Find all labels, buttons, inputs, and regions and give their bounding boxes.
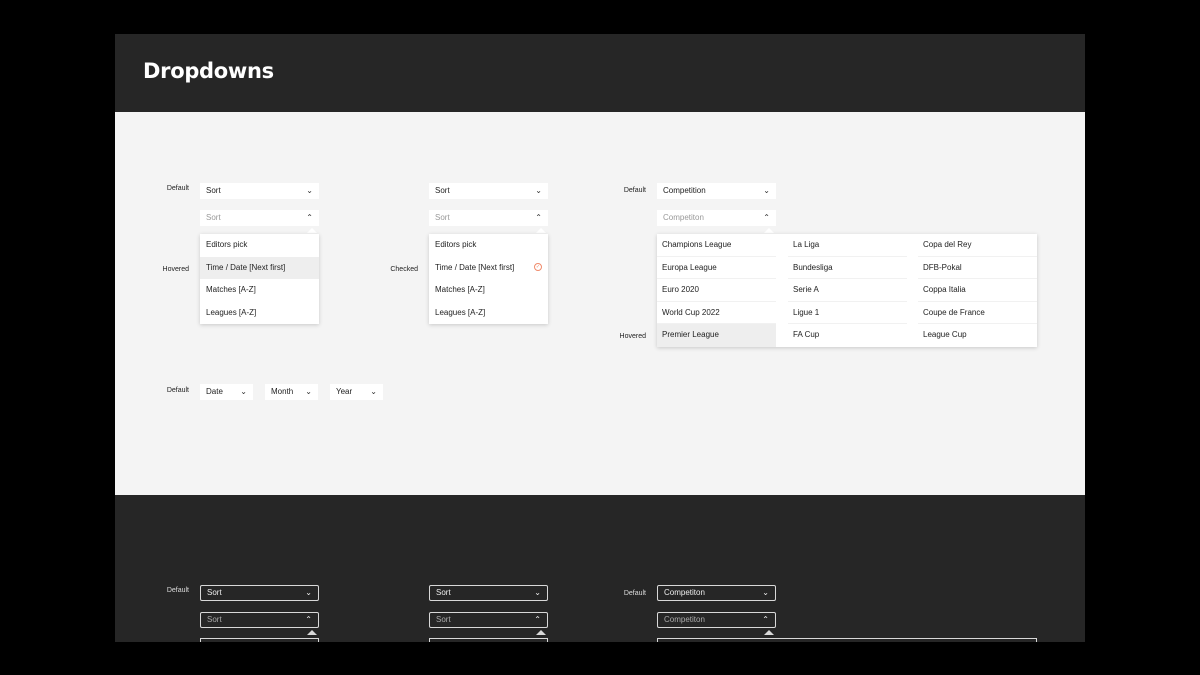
chevron-down-icon: ⌄ — [306, 186, 313, 195]
menu-item[interactable]: Matches [A-Z] — [200, 279, 319, 302]
sort-dropdown-dark[interactable]: Sort ⌄ — [200, 585, 319, 601]
chevron-down-icon: ⌄ — [762, 588, 769, 597]
label-default: Default — [166, 587, 189, 594]
menu-item-hovered[interactable]: Time / Date [Next first] — [200, 256, 319, 279]
sort-dropdown[interactable]: Sort ⌄ — [429, 183, 548, 199]
sort-menu-hovered: Editors pick Time / Date [Next first] Ma… — [200, 234, 319, 324]
competition-column: Copa del Rey DFB-Pokal Coppa Italia Coup… — [918, 234, 1037, 347]
sort-dropdown-value: Sort — [207, 588, 222, 597]
chevron-down-icon: ⌄ — [305, 588, 312, 597]
competition-menu: Champions League Europa League Euro 2020… — [657, 234, 1037, 347]
chevron-up-icon: ⌃ — [306, 213, 313, 222]
label-hovered: Hovered — [162, 266, 189, 273]
competition-option[interactable]: Ligue 1 — [788, 302, 907, 324]
sort-dropdown-placeholder: Sort — [435, 213, 450, 222]
menu-caret — [307, 228, 317, 233]
menu-item-label: Time / Date [Next first] — [435, 262, 515, 272]
sort-dropdown-open-dark[interactable]: Sort ⌃ — [429, 612, 548, 628]
year-dropdown[interactable]: Year ⌄ — [330, 384, 383, 400]
menu-item[interactable]: Editors pick — [200, 234, 319, 257]
menu-item[interactable]: Leagues [A-Z] — [200, 302, 319, 325]
menu-caret — [764, 630, 774, 635]
competition-option[interactable]: Euro 2020 — [657, 279, 776, 302]
menu-caret — [536, 228, 546, 233]
sort-dropdown-open-dark[interactable]: Sort ⌃ — [200, 612, 319, 628]
menu-item[interactable]: Editors pick — [429, 234, 548, 257]
sort-dropdown-placeholder: Sort — [206, 213, 221, 222]
competition-column: La Liga Bundesliga Serie A Ligue 1 FA Cu… — [788, 234, 907, 347]
competition-dropdown-dark[interactable]: Competiton ⌄ — [657, 585, 776, 601]
competition-option[interactable]: Bundesliga — [788, 257, 907, 279]
chevron-down-icon: ⌄ — [240, 387, 247, 396]
competition-dropdown-value: Competiton — [664, 588, 705, 597]
date-dropdown-value: Date — [206, 387, 223, 396]
chevron-down-icon: ⌄ — [535, 186, 542, 195]
check-circle-icon: ✓ — [534, 262, 542, 271]
month-dropdown-value: Month — [271, 387, 294, 396]
sort-dropdown-value: Sort — [206, 186, 221, 195]
menu-item[interactable]: Matches [A-Z] — [429, 279, 548, 302]
menu-caret — [536, 630, 546, 635]
chevron-up-icon: ⌃ — [305, 615, 312, 624]
page-title: Dropdowns — [143, 59, 274, 83]
light-canvas: Default Sort ⌄ Sort ⌃ Hovered Editors pi… — [115, 112, 1085, 495]
competition-option[interactable]: League Cup — [918, 324, 1037, 347]
dark-canvas: Default Sort ⌄ Sort ⌃ Sort ⌄ Sort ⌃ Defa… — [115, 495, 1085, 642]
sort-dropdown-dark[interactable]: Sort ⌄ — [429, 585, 548, 601]
year-dropdown-value: Year — [336, 387, 353, 396]
sort-dropdown-placeholder: Sort — [436, 615, 451, 624]
competition-option[interactable]: Coppa Italia — [918, 279, 1037, 302]
competition-dropdown-open[interactable]: Competiton ⌃ — [657, 210, 776, 226]
month-dropdown[interactable]: Month ⌄ — [265, 384, 318, 400]
sort-dropdown[interactable]: Sort ⌄ — [200, 183, 319, 199]
label-default: Default — [623, 187, 646, 194]
competition-option[interactable]: Coupe de France — [918, 302, 1037, 324]
label-default: Default — [166, 185, 189, 192]
competition-option-hovered[interactable]: Premier League — [657, 324, 776, 347]
menu-item[interactable]: Leagues [A-Z] — [429, 302, 548, 325]
competition-option[interactable]: Serie A — [788, 279, 907, 302]
chevron-up-icon: ⌃ — [535, 213, 542, 222]
competition-option[interactable]: FA Cup — [788, 324, 907, 347]
chevron-down-icon: ⌄ — [534, 588, 541, 597]
menu-edge — [200, 638, 319, 642]
competition-dropdown-placeholder: Competiton — [663, 213, 704, 222]
chevron-down-icon: ⌄ — [305, 387, 312, 396]
menu-edge — [657, 638, 1037, 642]
competition-option[interactable]: Europa League — [657, 257, 776, 279]
competition-dropdown-open-dark[interactable]: Competiton ⌃ — [657, 612, 776, 628]
label-checked: Checked — [390, 266, 418, 273]
label-default: Default — [623, 590, 646, 597]
sort-dropdown-placeholder: Sort — [207, 615, 222, 624]
sort-menu-checked: Editors pick Time / Date [Next first] ✓ … — [429, 234, 548, 324]
design-frame: Dropdowns Default Sort ⌄ Sort ⌃ Hovered … — [115, 34, 1085, 642]
menu-item-checked[interactable]: Time / Date [Next first] ✓ — [429, 257, 548, 280]
label-hovered: Hovered — [619, 333, 646, 340]
sort-dropdown-open[interactable]: Sort ⌃ — [200, 210, 319, 226]
chevron-up-icon: ⌃ — [763, 213, 770, 222]
chevron-down-icon: ⌄ — [763, 186, 770, 195]
chevron-down-icon: ⌄ — [370, 387, 377, 396]
sort-dropdown-value: Sort — [436, 588, 451, 597]
chevron-up-icon: ⌃ — [762, 615, 769, 624]
competition-dropdown[interactable]: Competition ⌄ — [657, 183, 776, 199]
competition-option[interactable]: La Liga — [788, 234, 907, 257]
competition-option[interactable]: Champions League — [657, 234, 776, 257]
competition-option[interactable]: World Cup 2022 — [657, 302, 776, 324]
sort-dropdown-value: Sort — [435, 186, 450, 195]
menu-caret — [764, 228, 774, 233]
competition-option[interactable]: DFB-Pokal — [918, 257, 1037, 279]
menu-caret — [307, 630, 317, 635]
label-default: Default — [166, 387, 189, 394]
header-bar: Dropdowns — [115, 34, 1085, 112]
chevron-up-icon: ⌃ — [534, 615, 541, 624]
sort-dropdown-open[interactable]: Sort ⌃ — [429, 210, 548, 226]
menu-edge — [429, 638, 548, 642]
competition-dropdown-value: Competition — [663, 186, 706, 195]
competition-option[interactable]: Copa del Rey — [918, 234, 1037, 257]
competition-dropdown-placeholder: Competiton — [664, 615, 705, 624]
competition-column: Champions League Europa League Euro 2020… — [657, 234, 776, 347]
date-dropdown[interactable]: Date ⌄ — [200, 384, 253, 400]
